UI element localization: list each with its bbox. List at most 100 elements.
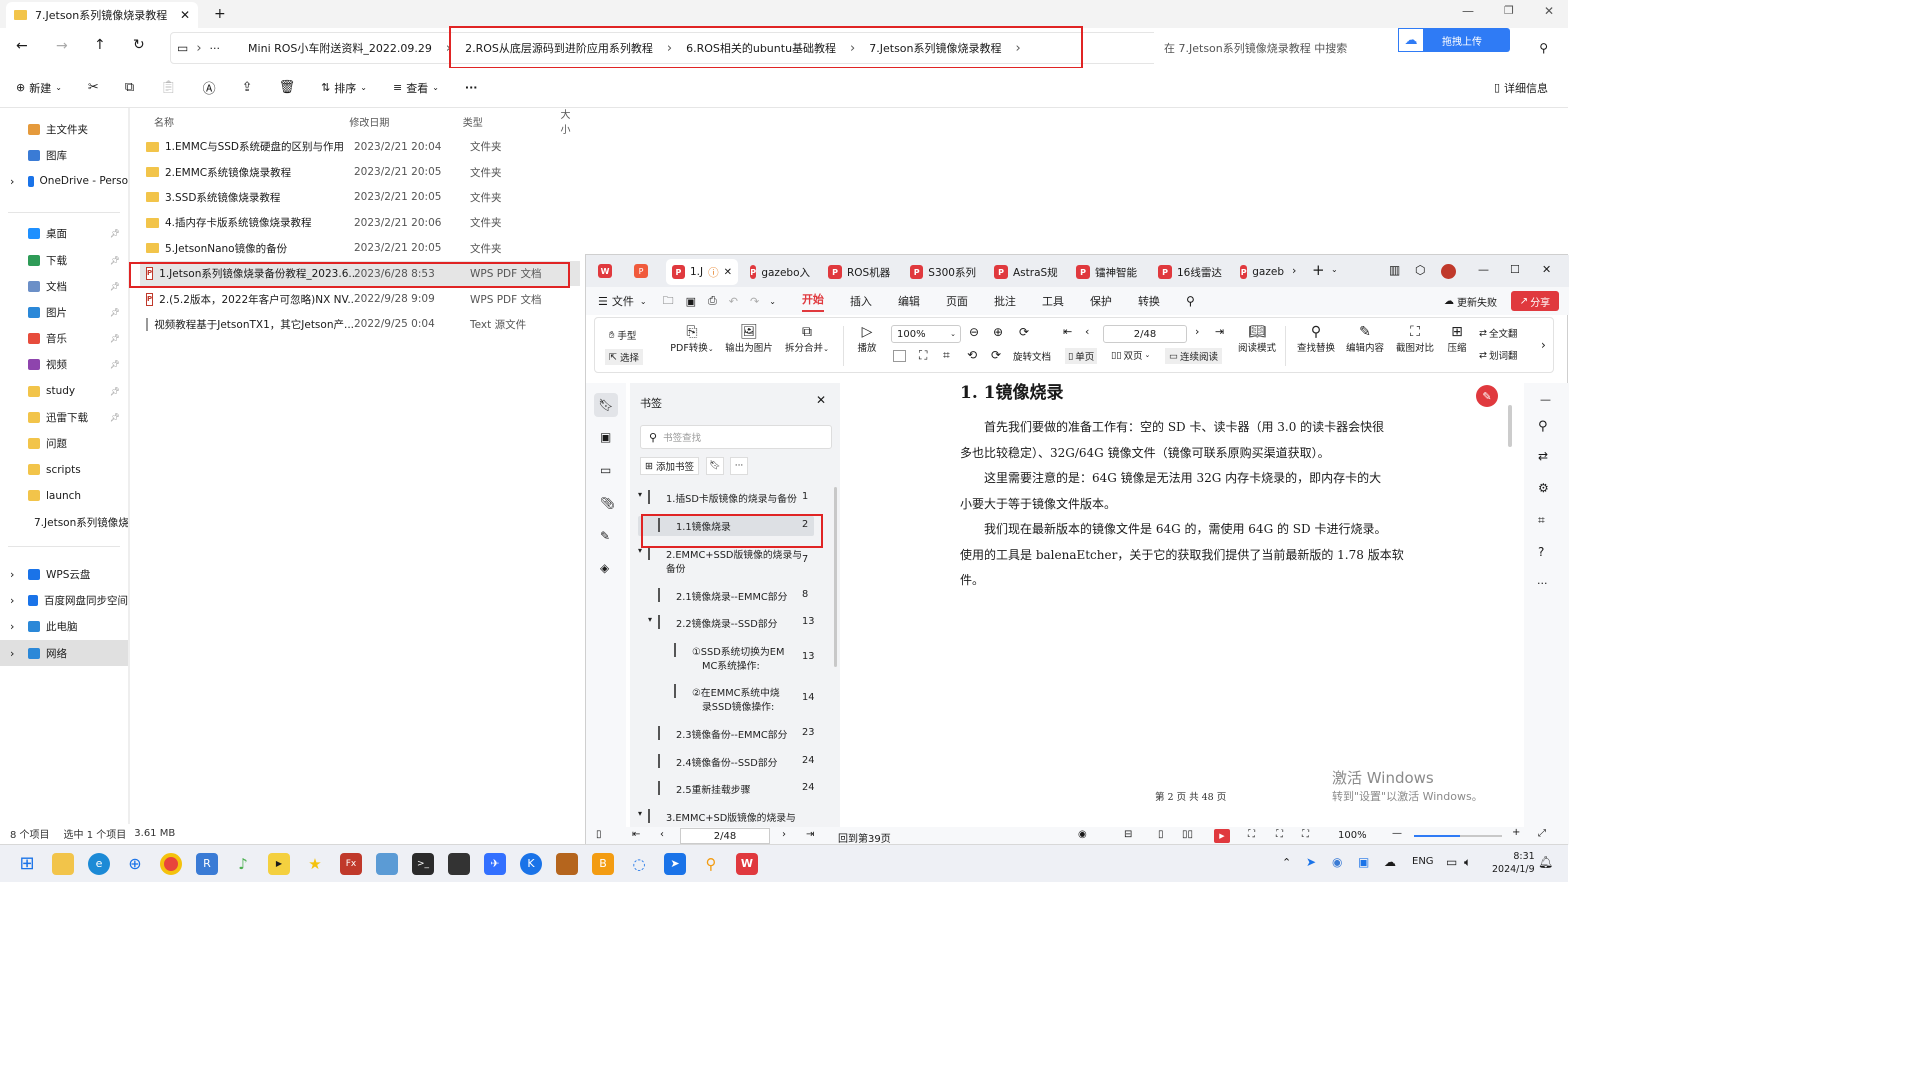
chevron-right-icon[interactable]: › (10, 620, 14, 633)
nav-item[interactable]: › 百度网盘同步空间 (0, 588, 128, 614)
nav-item[interactable]: 图库 (0, 142, 128, 168)
bookmark-item[interactable]: 2.3镜像备份--EMMC部分 23 (638, 724, 814, 744)
fit-page-icon[interactable]: ⛶ (1302, 829, 1309, 840)
wps-tab[interactable]: P S300系列 (904, 259, 982, 285)
search-icon[interactable]: ⚲ (1186, 294, 1195, 308)
chevron-right-icon[interactable]: › (10, 568, 14, 581)
column-name[interactable]: 名称 (140, 114, 349, 129)
layers-icon[interactable]: ◈ (600, 561, 609, 575)
notes-icon[interactable]: ★ (304, 853, 326, 875)
windows-start-icon[interactable]: ⊞ (16, 853, 38, 875)
back-icon[interactable]: ← (16, 38, 28, 54)
last-page-icon[interactable]: ⇥ (806, 829, 814, 840)
tab-list-icon[interactable]: ⌄ (1331, 265, 1338, 274)
tray-app-icon[interactable]: ◉ (1332, 855, 1342, 869)
doc-scrollbar[interactable] (1508, 405, 1512, 447)
last-page-icon[interactable]: ⇥ (1215, 325, 1224, 338)
menu-convert[interactable]: 转换 (1138, 293, 1160, 309)
bookmark-item[interactable]: ▾ 2.EMMC+SSD版镜像的烧录与 备份 7 (638, 544, 814, 578)
bookmark-item[interactable]: 2.4镜像备份--SSD部分 24 (638, 752, 814, 772)
new-button[interactable]: ⊕ 新建 ⌄ (16, 80, 62, 96)
language-indicator[interactable]: ENG (1412, 856, 1434, 867)
bookmark-search[interactable]: ⚲ 书签查找 (640, 425, 832, 449)
box-app-icon[interactable] (556, 852, 578, 875)
zoom-in-icon[interactable]: + (1512, 827, 1520, 838)
nav-item[interactable]: 7.Jetson系列镜像烧 (0, 509, 128, 535)
nav-scrollbar[interactable] (128, 108, 130, 824)
breadcrumb-item[interactable]: Mini ROS小车附送资料_2022.09.29 (248, 40, 432, 56)
cursor-app-icon[interactable]: ➤ (664, 852, 686, 875)
settings-icon[interactable]: ⚙ (1538, 481, 1549, 495)
rotate-icon[interactable]: ⟲ (967, 348, 977, 362)
wps-tab[interactable]: P 1.J ⓘ ✕ (666, 259, 738, 285)
fit-page-icon[interactable] (893, 350, 906, 362)
nav-item[interactable]: 主文件夹 (0, 116, 128, 142)
minimize-icon[interactable]: — (1478, 263, 1489, 276)
select-tool-button[interactable]: ⇱ 选择 (605, 349, 643, 365)
menu-tools[interactable]: 工具 (1042, 293, 1064, 309)
zoom-level[interactable]: 100% (1338, 830, 1367, 841)
expand-icon[interactable]: ⤢ (1538, 828, 1546, 839)
prev-page-icon[interactable]: ‹ (660, 829, 664, 840)
fit-width-icon[interactable]: ⛶ (919, 348, 927, 363)
first-page-icon[interactable]: ⇤ (632, 829, 640, 840)
double-page-button[interactable]: ▯▯ 双页 ⌄ (1111, 348, 1150, 363)
chevron-right-icon[interactable]: › (10, 175, 14, 188)
bookmark-item[interactable]: ②在EMMC系统中烧 录SSD镜像操作: 14 (638, 682, 814, 716)
zoom-select[interactable]: 100% ⌄ (891, 325, 961, 343)
menu-home[interactable]: 开始 (801, 291, 824, 312)
share-button[interactable]: ↗ 分享 (1511, 291, 1559, 311)
search-icon[interactable]: ⚲ (1538, 419, 1548, 434)
next-page-icon[interactable]: › (1195, 325, 1199, 338)
redo-icon[interactable]: ↷ (750, 295, 759, 308)
hand-tool-button[interactable]: ✋︎ 手型 (609, 328, 636, 343)
wps-tab[interactable]: Pgazebo入 (744, 259, 816, 285)
bookmark-item[interactable]: ▾ 3.EMMC+SD版镜像的烧录与 (638, 807, 814, 827)
close-icon[interactable]: ✕ (816, 393, 826, 407)
wps-taskbar-icon[interactable]: W (736, 852, 758, 875)
menu-protect[interactable]: 保护 (1090, 293, 1112, 309)
chevron-right-icon[interactable]: › (10, 647, 14, 660)
avatar[interactable] (1441, 264, 1456, 279)
tray-expand-icon[interactable]: ⌃ (1282, 856, 1291, 869)
file-row[interactable]: 4.插内存卡版系统镜像烧录教程 2023/2/21 20:06 文件夹 (140, 210, 580, 235)
nav-item[interactable]: › 此电脑 (0, 614, 128, 640)
cube-icon[interactable]: ⬡ (1415, 263, 1425, 277)
fw-app-icon[interactable]: Fx (340, 852, 362, 875)
maximize-icon[interactable]: ❐ (1504, 4, 1514, 17)
remote-desktop-icon[interactable] (376, 852, 398, 875)
nav-item[interactable]: study 📌︎ (0, 378, 128, 404)
details-button[interactable]: ▯ 详细信息 (1494, 80, 1548, 96)
nav-item[interactable]: 下载 📌︎ (0, 247, 128, 273)
nav-item[interactable]: 迅雷下载 📌︎ (0, 404, 128, 430)
tab-scroll-right-icon[interactable]: › (1292, 264, 1296, 277)
float-tool-icon[interactable]: ✎ (1476, 385, 1498, 407)
file-row[interactable]: 5.JetsonNano镜像的备份 2023/2/21 20:05 文件夹 (140, 236, 580, 261)
next-page-icon[interactable]: › (782, 829, 786, 840)
chevron-right-icon[interactable]: › (10, 594, 14, 607)
zoom-out-icon[interactable]: — (1392, 828, 1402, 839)
pin-icon[interactable]: 📌︎ (110, 360, 120, 369)
fullscreen-icon[interactable]: ⛶ (1248, 829, 1255, 840)
file-row[interactable]: 2.EMMC系统镜像烧录教程 2023/2/21 20:05 文件夹 (140, 159, 580, 184)
wps-tab[interactable]: Pgazeb (1234, 259, 1290, 285)
help-icon[interactable]: ? (1538, 545, 1544, 559)
pdf-app-icon[interactable]: P (634, 264, 648, 278)
nav-item[interactable]: 问题 (0, 430, 128, 456)
search-input[interactable]: 在 7.Jetson系列镜像烧录教程 中搜索 (1164, 40, 1347, 56)
zoom-out-icon[interactable]: ⊖ (969, 325, 979, 339)
bookmark-item[interactable]: ①SSD系统切换为EM MC系统操作: 13 (638, 641, 814, 675)
back-to-page-link[interactable]: 回到第39页 (838, 830, 891, 845)
rename-icon[interactable]: Ⓐ (203, 78, 216, 97)
more-icon[interactable]: ··· (1537, 577, 1548, 590)
column-type[interactable]: 类型 (463, 114, 561, 129)
crop-icon[interactable]: ⌗ (943, 348, 950, 363)
bookmark-item[interactable]: ▾ 1.插SD卡版镜像的烧录与备份 1 (638, 488, 814, 508)
bookmark-icon[interactable]: 🔖︎ (706, 457, 724, 475)
nav-item[interactable]: 文档 📌︎ (0, 273, 128, 299)
page-input[interactable]: 2/48 (1103, 325, 1187, 343)
nav-item[interactable]: › OneDrive - Perso (0, 168, 128, 194)
continuous-read-button[interactable]: ▭ 连续阅读 (1165, 348, 1222, 364)
pin-icon[interactable]: 📌︎ (110, 282, 120, 291)
double-page-icon[interactable]: ▯▯ (1182, 829, 1193, 840)
